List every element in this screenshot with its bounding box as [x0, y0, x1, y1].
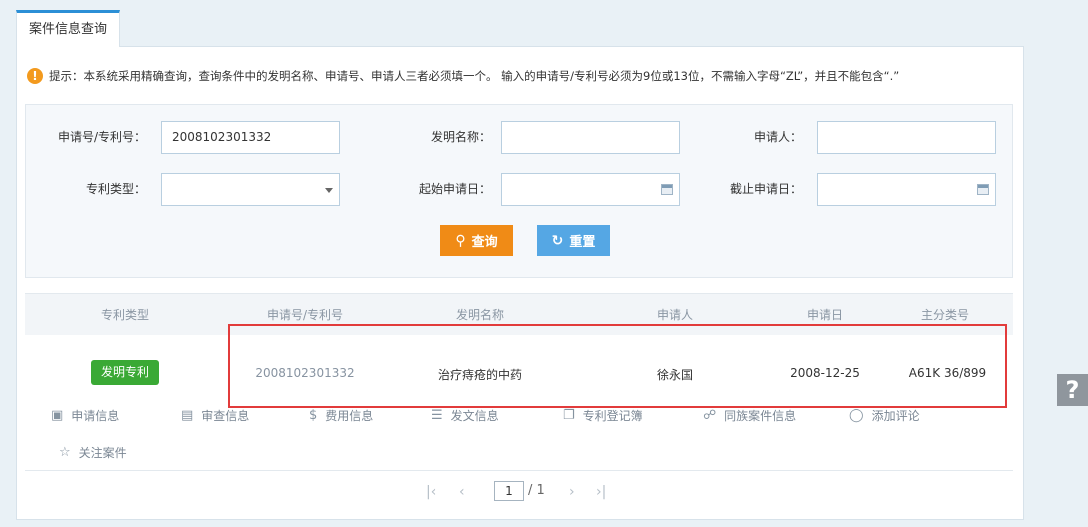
patent-type-select[interactable]: [161, 173, 340, 206]
patent-type-badge: 发明专利: [91, 360, 159, 385]
action-label: 发文信息: [450, 409, 499, 423]
fee-icon: $: [309, 408, 318, 423]
document-icon: ▤: [181, 408, 194, 423]
end-date-label: 截止申请日：: [729, 182, 802, 196]
applicant-label: 申请人：: [753, 130, 802, 144]
action-add-comment[interactable]: ◯ 添加评论: [849, 407, 920, 424]
action-label: 审查信息: [201, 409, 250, 423]
query-button-label: 查询: [471, 235, 498, 250]
pagination: |‹ ‹ 1 / 1 › ›|: [0, 480, 1040, 506]
col-app-no: 申请号/专利号: [266, 308, 344, 322]
last-page-icon[interactable]: ›|: [596, 484, 606, 500]
prev-page-icon[interactable]: ‹: [459, 484, 465, 500]
col-patent-type: 专利类型: [100, 308, 149, 322]
next-page-icon[interactable]: ›: [569, 484, 575, 500]
table-row: 发明专利 2008102301332 治疗痔疮的中药 徐永国 2008-12-2…: [25, 337, 1013, 471]
table-header: 专利类型 申请号/专利号 发明名称 申请人 申请日 主分类号: [25, 293, 1013, 335]
warning-icon: !: [27, 68, 43, 84]
end-date-input[interactable]: [817, 173, 996, 206]
tip-bar: ! 提示：本系统采用精确查询，查询条件中的发明名称、申请号、申请人三者必须填一个…: [27, 67, 899, 85]
app-date-cell: 2008-12-25: [790, 366, 860, 380]
app-no-link[interactable]: 2008102301332: [235, 366, 375, 380]
col-applicant: 申请人: [656, 308, 693, 322]
app-no-input[interactable]: 2008102301332: [161, 121, 340, 154]
help-button[interactable]: ?: [1057, 374, 1088, 406]
action-label: 关注案件: [78, 446, 127, 460]
query-button[interactable]: ⚲ 查询: [440, 225, 513, 256]
action-label: 专利登记簿: [582, 409, 643, 423]
chevron-down-icon: [325, 188, 333, 193]
refresh-icon: ↻: [551, 232, 564, 249]
action-dispatch-info[interactable]: ☰ 发文信息: [431, 407, 499, 424]
col-app-date: 申请日: [806, 308, 843, 322]
invention-name-label: 发明名称：: [430, 130, 491, 144]
patent-type-label: 专利类型：: [85, 182, 146, 196]
stack-icon: ☰: [431, 408, 443, 423]
action-family-cases[interactable]: ☍ 同族案件信息: [703, 407, 796, 424]
action-follow-case[interactable]: ☆ 关注案件: [59, 444, 127, 461]
action-app-info[interactable]: ▣ 申请信息: [51, 407, 119, 424]
invention-name-cell: 治疗痔疮的中药: [437, 368, 522, 382]
action-label: 申请信息: [71, 409, 120, 423]
star-icon: ☆: [59, 445, 71, 460]
tab-case-query[interactable]: 案件信息查询: [16, 10, 120, 47]
app-no-label: 申请号/专利号：: [57, 130, 146, 144]
action-label: 添加评论: [871, 409, 920, 423]
invention-name-input[interactable]: [501, 121, 680, 154]
comment-icon: ◯: [849, 408, 864, 423]
col-main-class: 主分类号: [920, 308, 969, 322]
search-form: 申请号/专利号： 2008102301332 发明名称： 申请人： 专利类型： …: [25, 104, 1013, 278]
current-page-input[interactable]: 1: [494, 481, 524, 501]
register-icon: ❐: [563, 408, 575, 423]
reset-button-label: 重置: [569, 235, 596, 250]
calendar-icon[interactable]: [661, 184, 673, 195]
action-label: 同族案件信息: [724, 409, 797, 423]
first-page-icon[interactable]: |‹: [426, 484, 436, 500]
action-fee-info[interactable]: $ 费用信息: [309, 407, 373, 424]
action-register[interactable]: ❐ 专利登记簿: [563, 407, 643, 424]
col-invention-name: 发明名称: [455, 308, 504, 322]
id-card-icon: ▣: [51, 408, 64, 423]
start-date-label: 起始申请日：: [418, 182, 491, 196]
action-exam-info[interactable]: ▤ 审查信息: [181, 407, 249, 424]
main-class-cell: A61K 36/899: [908, 366, 987, 380]
search-icon: ⚲: [455, 232, 466, 249]
share-icon: ☍: [703, 408, 717, 423]
main-panel: ! 提示：本系统采用精确查询，查询条件中的发明名称、申请号、申请人三者必须填一个…: [16, 46, 1024, 520]
applicant-cell: 徐永国: [656, 368, 693, 382]
action-label: 费用信息: [325, 409, 374, 423]
tip-text: 提示：本系统采用精确查询，查询条件中的发明名称、申请号、申请人三者必须填一个。 …: [49, 69, 900, 83]
reset-button[interactable]: ↻ 重置: [537, 225, 610, 256]
applicant-input[interactable]: [817, 121, 996, 154]
total-pages: / 1: [528, 483, 545, 498]
calendar-icon[interactable]: [977, 184, 989, 195]
start-date-input[interactable]: [501, 173, 680, 206]
